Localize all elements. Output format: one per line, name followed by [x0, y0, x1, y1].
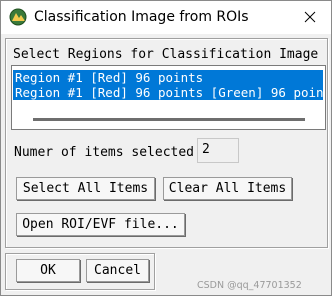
close-button[interactable] — [289, 1, 331, 33]
horizontal-scrollbar[interactable] — [13, 113, 323, 126]
ok-button[interactable]: OK — [16, 259, 80, 282]
selected-count-label: Numer of items selected: — [14, 145, 202, 160]
watermark: CSDN @qq_47701352 — [197, 280, 302, 291]
cancel-button[interactable]: Cancel — [86, 259, 149, 282]
clear-all-button[interactable]: Clear All Items — [163, 177, 292, 200]
scrollbar-thumb[interactable] — [33, 118, 305, 121]
selected-count-field: 2 — [197, 138, 239, 163]
window-title: Classification Image from ROIs — [34, 9, 249, 25]
list-item[interactable]: Region #1 [Red] 96 points — [13, 70, 323, 85]
title-bar[interactable]: Classification Image from ROIs — [1, 1, 331, 34]
dialog-window: Classification Image from ROIs Select Re… — [0, 0, 332, 296]
select-all-button[interactable]: Select All Items — [16, 177, 155, 200]
open-roi-file-button[interactable]: Open ROI/EVF file... — [16, 213, 185, 236]
section-label: Select Regions for Classification Image — [13, 47, 319, 62]
envi-app-icon — [9, 8, 27, 26]
close-icon — [304, 11, 316, 23]
list-item[interactable]: Region #1 [Red] 96 points [Green] 96 poi… — [13, 85, 323, 100]
regions-listbox[interactable]: Region #1 [Red] 96 points Region #1 [Red… — [11, 65, 326, 130]
